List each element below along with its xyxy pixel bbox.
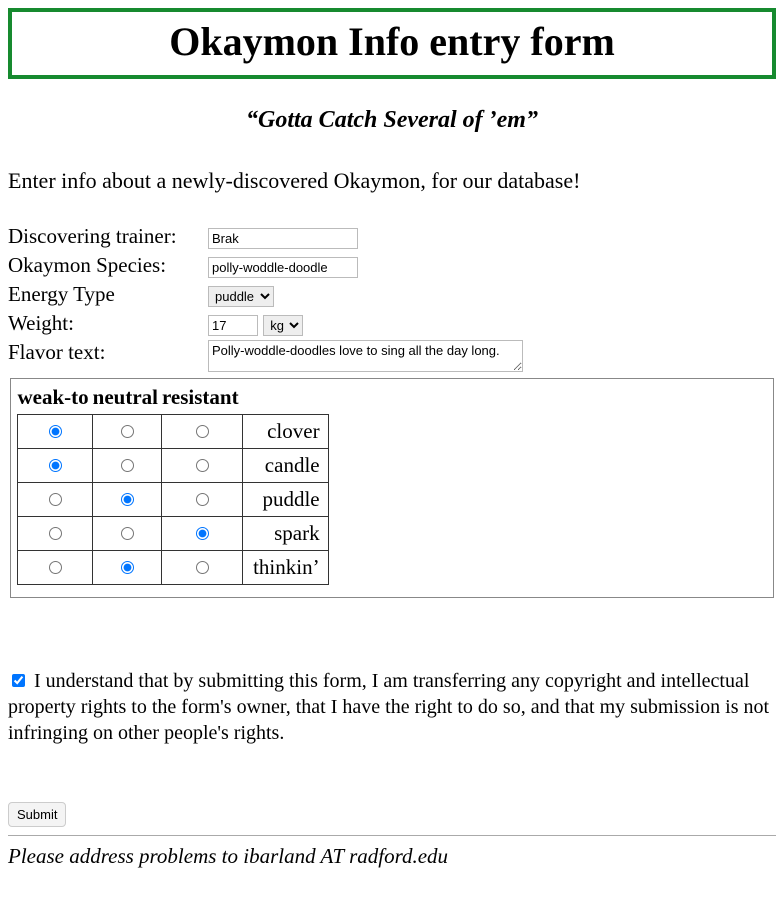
weight-input[interactable] (208, 315, 258, 336)
matrix-cell (162, 517, 243, 551)
matrix-cell (93, 517, 162, 551)
matrix-radio[interactable] (49, 459, 62, 472)
matrix-radio[interactable] (196, 493, 209, 506)
matrix-header-resistant: resistant (162, 385, 243, 415)
matrix-header-neutral: neutral (93, 385, 162, 415)
flavor-label: Flavor text: (8, 340, 208, 365)
matrix-cell (18, 483, 93, 517)
page-title: Okaymon Info entry form (12, 18, 772, 65)
matrix-radio[interactable] (121, 425, 134, 438)
matrix-radio[interactable] (196, 459, 209, 472)
consent-checkbox[interactable] (12, 674, 25, 687)
trainer-label: Discovering trainer: (8, 224, 208, 249)
matrix-radio[interactable] (196, 561, 209, 574)
energy-select[interactable]: puddle (208, 286, 274, 307)
matrix-radio[interactable] (49, 527, 62, 540)
flavor-textarea[interactable]: Polly-woddle-doodles love to sing all th… (208, 340, 523, 372)
matrix-radio[interactable] (121, 561, 134, 574)
matrix-cell (18, 517, 93, 551)
matrix-radio[interactable] (49, 561, 62, 574)
matrix-cell (93, 551, 162, 585)
matrix-radio[interactable] (196, 527, 209, 540)
matrix-row-name: clover (243, 415, 329, 449)
matrix-row-name: spark (243, 517, 329, 551)
matrix-cell (18, 551, 93, 585)
matrix-cell (162, 415, 243, 449)
table-row: candle (18, 449, 329, 483)
matrix-cell (162, 449, 243, 483)
divider (8, 835, 776, 836)
matrix-radio[interactable] (196, 425, 209, 438)
matrix-row-name: thinkin’ (243, 551, 329, 585)
matrix-cell (18, 449, 93, 483)
form-grid: Discovering trainer: Okaymon Species: En… (8, 224, 776, 372)
intro-text: Enter info about a newly-discovered Okay… (8, 168, 776, 194)
table-row: puddle (18, 483, 329, 517)
matrix-cell (18, 415, 93, 449)
table-row: clover (18, 415, 329, 449)
matrix-row-name: puddle (243, 483, 329, 517)
trainer-input[interactable] (208, 228, 358, 249)
matrix-header-weak: weak-to (18, 385, 93, 415)
resistance-matrix: weak-to neutral resistant clovercandlepu… (10, 378, 774, 598)
resistance-table: weak-to neutral resistant clovercandlepu… (17, 385, 329, 585)
table-row: thinkin’ (18, 551, 329, 585)
matrix-cell (93, 449, 162, 483)
weight-unit-select[interactable]: kg (263, 315, 303, 336)
matrix-cell (162, 551, 243, 585)
matrix-radio[interactable] (121, 493, 134, 506)
tagline: “Gotta Catch Several of ’em” (8, 107, 776, 134)
title-box: Okaymon Info entry form (8, 8, 776, 79)
weight-label: Weight: (8, 311, 208, 336)
matrix-radio[interactable] (121, 527, 134, 540)
matrix-radio[interactable] (49, 493, 62, 506)
matrix-radio[interactable] (49, 425, 62, 438)
table-row: spark (18, 517, 329, 551)
submit-button[interactable]: Submit (8, 802, 66, 827)
matrix-cell (162, 483, 243, 517)
consent-text: I understand that by submitting this for… (8, 670, 769, 744)
matrix-radio[interactable] (121, 459, 134, 472)
consent-block: I understand that by submitting this for… (8, 668, 776, 746)
footer-note: Please address problems to ibarland AT r… (8, 844, 776, 869)
matrix-cell (93, 483, 162, 517)
species-label: Okaymon Species: (8, 253, 208, 278)
energy-label: Energy Type (8, 282, 208, 307)
species-input[interactable] (208, 257, 358, 278)
matrix-cell (93, 415, 162, 449)
matrix-row-name: candle (243, 449, 329, 483)
